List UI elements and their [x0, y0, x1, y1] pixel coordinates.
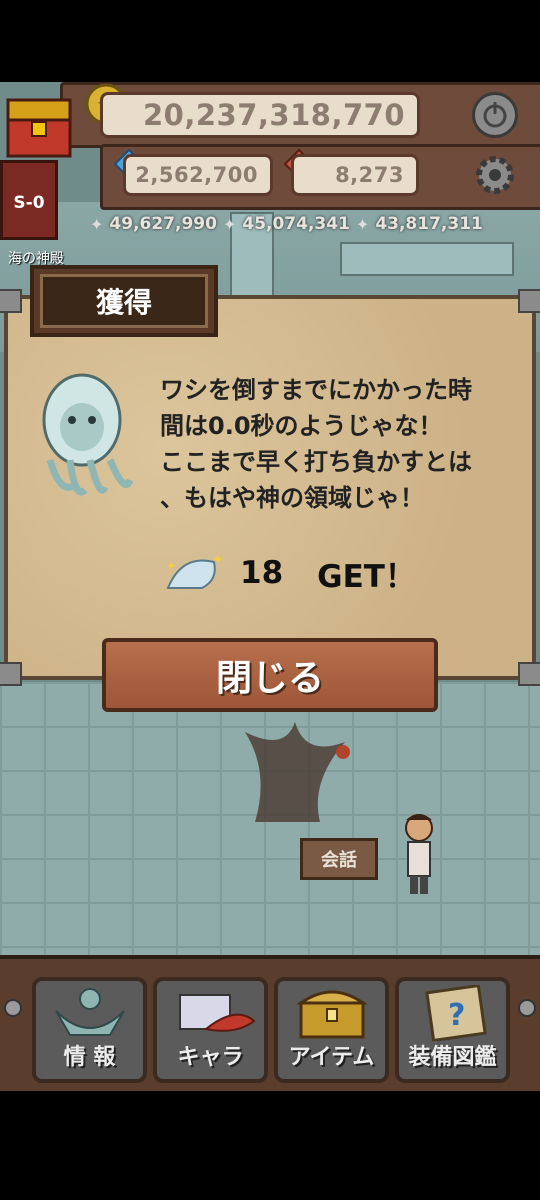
dialog-corner-br — [518, 662, 540, 686]
nav-bolt — [4, 999, 22, 1017]
npc-character[interactable] — [398, 808, 440, 898]
treasure-chest-icon — [287, 985, 377, 1045]
message-line-1: ワシを倒すまでにかかった時 — [160, 376, 472, 404]
dialog-message: ワシを倒すまでにかかった時 間は0.0秒のようじゃな！ ここまで早く打ち負かすと… — [160, 372, 520, 516]
nav-bolt — [518, 999, 536, 1017]
nav-equipment-book[interactable]: ? 装備図鑑 — [395, 977, 510, 1083]
stage-label: S-0 — [13, 193, 45, 213]
dialog-corner-bl — [0, 662, 22, 686]
svg-text:?: ? — [448, 998, 465, 1033]
power-stats-row: ✦ 49,627,990 ✦ 45,074,341 ✦ 43,817,311 — [90, 210, 530, 238]
dialog-corner-tl — [0, 289, 22, 313]
magic-icon: ✦ — [355, 214, 370, 234]
gem-amount: 2,562,700 — [123, 154, 273, 196]
stat-defense: 45,074,341 — [242, 214, 350, 234]
settings-gear-icon[interactable] — [470, 150, 520, 200]
message-line-4: 、もはや神の領域じゃ！ — [160, 484, 424, 512]
reward-count: 18 — [240, 555, 284, 591]
svg-text:✦: ✦ — [166, 559, 176, 573]
temple-balustrade — [340, 242, 514, 276]
stage-banner[interactable]: S-0 — [0, 160, 58, 240]
crystal-amount: 8,273 — [291, 154, 419, 196]
nav-items[interactable]: アイテム — [274, 977, 389, 1083]
attack-icon: ✦ — [90, 214, 104, 234]
stat-attack: 49,627,990 — [109, 214, 217, 234]
book-icon: ? — [408, 983, 498, 1045]
defense-icon: ✦ — [222, 214, 237, 234]
gold-amount: 20,237,318,770 — [100, 92, 420, 138]
reward-row: ✦ ✦ 18 GET！ — [162, 550, 416, 596]
dead-tree — [225, 712, 355, 822]
bottom-nav: 情 報 キャラ アイテム ? 装備図鑑 — [0, 955, 540, 1091]
talk-button[interactable]: 会話 — [300, 838, 378, 880]
treasure-icon[interactable] — [0, 84, 78, 164]
dialog-corner-tr — [518, 289, 540, 313]
nav-info[interactable]: 情 報 — [32, 977, 147, 1083]
stat-magic: 43,817,311 — [375, 214, 483, 234]
power-button[interactable] — [472, 92, 518, 138]
shell-icon: ✦ ✦ — [162, 550, 226, 596]
nav-character[interactable]: キャラ — [153, 977, 268, 1083]
info-icon — [50, 985, 130, 1045]
character-icon — [166, 985, 256, 1045]
message-line-2: 間は0.0秒のようじゃな！ — [160, 412, 443, 440]
reward-get: GET！ — [317, 558, 416, 595]
message-line-3: ここまで早く打ち負かすとは — [160, 448, 472, 476]
svg-text:✦: ✦ — [212, 552, 224, 568]
dialog-title: 獲得 — [40, 274, 208, 328]
sea-god-portrait — [25, 365, 140, 505]
close-button[interactable]: 閉じる — [102, 638, 438, 712]
